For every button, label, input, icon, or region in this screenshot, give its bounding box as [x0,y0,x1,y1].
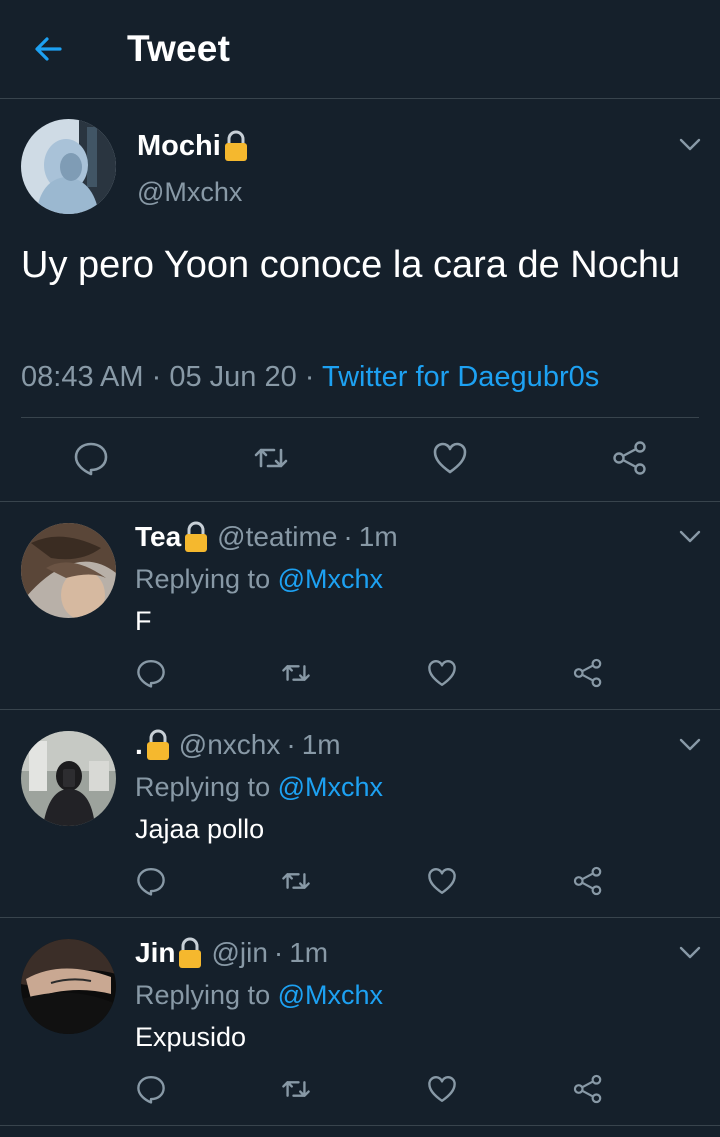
top-bar: Tweet [0,0,720,99]
reply-header: Tea @teatime · 1m [135,520,398,554]
lock-icon [177,936,203,970]
reply-tweet[interactable]: Tea @teatime · 1m Replying to @Mxchx F [0,502,720,710]
author-name[interactable]: Mochi [137,129,249,163]
share-icon[interactable] [572,1073,610,1111]
avatar[interactable] [21,939,116,1034]
mention-link[interactable]: @Mxchx [278,980,383,1010]
tweet-text: Uy pero Yoon conoce la cara de Nochu [21,244,681,286]
reply-time: 1m [301,729,341,760]
share-icon[interactable] [572,657,610,695]
back-arrow-icon[interactable] [30,30,68,68]
reply-header: Jin @jin · 1m [135,936,328,970]
reply-text: F [135,606,152,636]
author-handle[interactable]: @Mxchx [137,177,242,208]
like-icon[interactable] [426,657,464,695]
divider [21,417,699,418]
reply-icon[interactable] [72,439,110,477]
reply-text: Expusido [135,1022,247,1052]
lock-icon [145,728,171,762]
author-handle[interactable]: @nxchx [179,729,281,761]
retweet-icon[interactable] [252,439,290,477]
chevron-down-icon[interactable] [679,138,701,152]
tweet-time: 08:43 AM [21,361,144,393]
chevron-down-icon[interactable] [679,738,701,752]
like-icon[interactable] [431,439,469,477]
author-handle[interactable]: @teatime [217,521,337,553]
author-name[interactable]: . [135,729,143,761]
replying-to: Replying to @Mxchx [135,980,384,1010]
avatar[interactable] [21,731,116,826]
reply-tweet[interactable]: Jin @jin · 1m Replying to @Mxchx Expusid… [0,918,720,1126]
retweet-icon[interactable] [280,865,318,903]
mention-link[interactable]: @Mxchx [278,772,383,802]
chevron-down-icon[interactable] [679,530,701,544]
page-title: Tweet [127,28,231,69]
reply-icon[interactable] [135,657,173,695]
retweet-icon[interactable] [280,657,318,695]
share-icon[interactable] [611,439,649,477]
like-icon[interactable] [426,1073,464,1111]
reply-icon[interactable] [135,865,173,903]
reply-icon[interactable] [135,1073,173,1111]
reply-time: 1m [289,937,329,968]
tweet-source-link[interactable]: Twitter for Daegubr0s [322,361,599,393]
meta-separator: · [304,361,315,393]
reply-text: Jajaa pollo [135,814,265,844]
main-tweet: Mochi @Mxchx Uy pero Yoon conoce la cara… [0,99,720,502]
separator: · [273,937,284,968]
like-icon[interactable] [426,865,464,903]
author-handle[interactable]: @jin [211,937,267,969]
replying-to: Replying to @Mxchx [135,564,384,594]
tweet-meta: 08:43 AM · 05 Jun 20 · Twitter for Daegu… [21,361,599,394]
avatar[interactable] [21,119,116,214]
reply-time: 1m [358,521,398,552]
mention-link[interactable]: @Mxchx [278,564,383,594]
chevron-down-icon[interactable] [679,946,701,960]
meta-separator: · [151,361,162,393]
author-name[interactable]: Jin [135,937,175,969]
reply-tweet[interactable]: . @nxchx · 1m Replying to @Mxchx Jajaa p… [0,710,720,918]
retweet-icon[interactable] [280,1073,318,1111]
avatar[interactable] [21,523,116,618]
replying-to: Replying to @Mxchx [135,772,384,802]
lock-icon [183,520,209,554]
author-name[interactable]: Tea [135,521,181,553]
share-icon[interactable] [572,865,610,903]
tweet-date: 05 Jun 20 [169,361,297,393]
lock-icon [223,129,249,163]
separator: · [286,729,296,760]
separator: · [343,521,353,552]
reply-header: . @nxchx · 1m [135,728,341,762]
